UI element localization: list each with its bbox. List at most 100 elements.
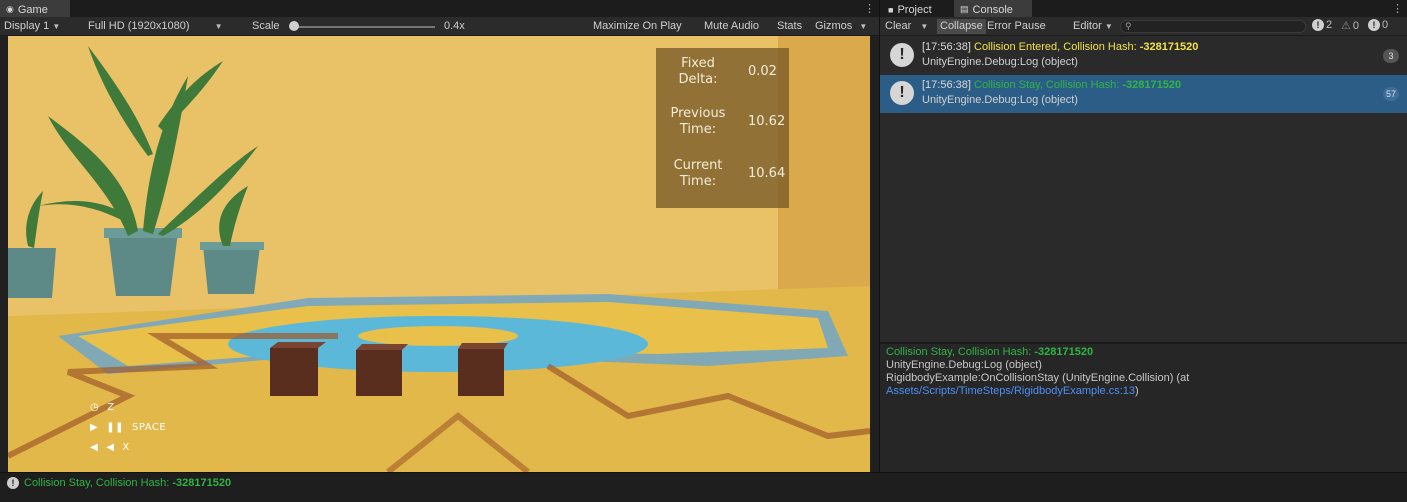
control-row-space: ▶ ❚❚ SPACE xyxy=(90,422,166,433)
gizmos-label: Gizmos xyxy=(815,20,853,32)
maximize-on-play-button[interactable]: Maximize On Play xyxy=(593,20,682,32)
display-dropdown[interactable]: Display 1 ▼ xyxy=(4,20,60,32)
log-entry-selected[interactable]: ! [17:56:38] Collision Stay, Collision H… xyxy=(880,75,1407,113)
fixed-delta-label: Fixed Delta: xyxy=(678,56,718,87)
console-search-input[interactable]: ⚲ xyxy=(1120,20,1306,33)
scene-pot-small-rim xyxy=(200,242,264,250)
control-key-x: X xyxy=(122,442,130,453)
detail-stack-line: RigidbodyExample:OnCollisionStay (UnityE… xyxy=(886,372,1190,384)
log-timestamp: [17:56:38] xyxy=(922,79,971,91)
tab-console-label: Console xyxy=(972,3,1013,16)
error-icon: ! xyxy=(1368,19,1380,31)
log-message-hash: -328171520 xyxy=(1139,41,1199,53)
scale-slider-track[interactable] xyxy=(295,26,435,28)
log-timestamp: [17:56:38] xyxy=(922,41,971,53)
info-icon: ! xyxy=(890,81,914,105)
detail-message-line: Collision Stay, Collision Hash: -3281715… xyxy=(886,346,1401,359)
tab-game-label: Game xyxy=(17,3,48,16)
log-entry-source: UnityEngine.Debug:Log (object) xyxy=(922,56,1078,68)
game-view[interactable]: Fixed Delta: 0.02 Previous Time: 10.62 C… xyxy=(0,36,879,472)
scale-slider-handle[interactable] xyxy=(289,21,299,31)
console-toolbar: Clear ▼ Collapse Error Pause Editor ▼ ⚲ … xyxy=(880,17,1407,36)
chevron-down-icon: ▼ xyxy=(52,22,61,31)
log-entry-source: UnityEngine.Debug:Log (object) xyxy=(922,94,1078,106)
console-icon: ▤ xyxy=(960,4,969,14)
folder-icon: ■ xyxy=(888,4,894,15)
scene-pot-left xyxy=(8,248,56,298)
error-count: 0 xyxy=(1382,19,1389,31)
status-message-hash: -328171520 xyxy=(172,477,232,489)
game-tab-bar: ◉ Game ⋮ xyxy=(0,0,879,17)
log-message-text: Collision Stay, Collision Hash: xyxy=(974,79,1123,91)
previous-time-label: Previous Time: xyxy=(670,106,726,137)
resolution-dropdown[interactable]: Full HD (1920x1080) ▼ xyxy=(88,20,222,32)
scale-label: Scale xyxy=(252,20,280,32)
log-collapse-count: 57 xyxy=(1382,87,1399,101)
tab-project-label: Project xyxy=(897,3,932,16)
editor-label: Editor xyxy=(1073,20,1102,32)
warning-icon: ⚠ xyxy=(1341,20,1351,32)
previous-time-value: 10.62 xyxy=(748,114,786,129)
tab-console[interactable]: ▤ Console xyxy=(954,0,1032,17)
editor-dropdown[interactable]: Editor ▼ xyxy=(1073,20,1113,32)
console-tab-bar: ■ Project ▤ Console ⋮ xyxy=(880,0,1407,17)
log-count: 2 xyxy=(1326,19,1333,31)
detail-message-text: Collision Stay, Collision Hash: xyxy=(886,346,1035,358)
log-entry-message: [17:56:38] Collision Stay, Collision Has… xyxy=(922,79,1181,91)
control-row-z: ◷ Z xyxy=(90,402,115,413)
control-row-x: ◀ ◀ X xyxy=(90,442,130,453)
game-viewport[interactable]: Fixed Delta: 0.02 Previous Time: 10.62 C… xyxy=(8,36,870,472)
step-icon: ◀ xyxy=(106,442,115,453)
warning-count: 0 xyxy=(1352,19,1359,32)
chevron-down-icon[interactable]: ▼ xyxy=(920,22,928,31)
info-icon: ! xyxy=(1312,19,1324,31)
control-key-z: Z xyxy=(107,402,115,413)
scene-wall-corner xyxy=(778,36,870,306)
tab-project[interactable]: ■ Project xyxy=(882,0,952,17)
warning-counter-toggle[interactable]: ⚠ 0 xyxy=(1341,19,1359,33)
play-icon: ▶ xyxy=(90,422,99,433)
game-panel-menu-icon[interactable]: ⋮ xyxy=(864,2,875,15)
scene-cubes xyxy=(270,342,508,396)
log-collapse-count: 3 xyxy=(1383,49,1399,63)
fixed-delta-row: Fixed Delta: 0.02 xyxy=(656,56,789,96)
error-counter-toggle[interactable]: ! 0 xyxy=(1368,19,1388,31)
current-time-value: 10.64 xyxy=(748,166,786,181)
mute-audio-button[interactable]: Mute Audio xyxy=(704,20,759,32)
detail-message-hash: -328171520 xyxy=(1034,346,1094,358)
info-icon: ! xyxy=(7,477,19,489)
status-bar[interactable]: ! Collision Stay, Collision Hash: -32817… xyxy=(0,472,1407,502)
resolution-label: Full HD (1920x1080) xyxy=(88,20,190,32)
game-toolbar: Display 1 ▼ Full HD (1920x1080) ▼ Scale … xyxy=(0,17,879,36)
log-counter-toggle[interactable]: ! 2 xyxy=(1312,19,1332,31)
time-stats-overlay: Fixed Delta: 0.02 Previous Time: 10.62 C… xyxy=(656,48,789,208)
gizmos-dropdown[interactable]: Gizmos ▼ xyxy=(815,20,867,32)
scene-pot-small xyxy=(203,246,260,294)
console-log-list[interactable]: ! [17:56:38] Collision Entered, Collisio… xyxy=(880,36,1407,342)
info-icon: ! xyxy=(890,43,914,67)
gamepad-icon: ◉ xyxy=(6,4,14,14)
source-file-link[interactable]: Assets/Scripts/TimeSteps/RigidbodyExampl… xyxy=(886,385,1135,397)
detail-stack-line: UnityEngine.Debug:Log (object) xyxy=(886,359,1042,371)
log-entry[interactable]: ! [17:56:38] Collision Entered, Collisio… xyxy=(880,37,1407,75)
clear-label: Clear xyxy=(885,20,912,32)
scale-value: 0.4x xyxy=(444,20,465,32)
previous-time-row: Previous Time: 10.62 xyxy=(656,106,789,146)
current-time-label: Current Time: xyxy=(673,158,723,189)
stats-button[interactable]: Stats xyxy=(777,20,802,32)
console-panel-menu-icon[interactable]: ⋮ xyxy=(1392,2,1403,15)
status-message-text: Collision Stay, Collision Hash: xyxy=(24,477,173,489)
rewind-icon: ◀ xyxy=(90,442,99,453)
log-message-text: Collision Entered, Collision Hash: xyxy=(974,41,1140,53)
chevron-down-icon: ▼ xyxy=(1104,22,1113,31)
chevron-down-icon: ▼ xyxy=(214,22,223,31)
console-detail-pane[interactable]: Collision Stay, Collision Hash: -3281715… xyxy=(880,343,1407,472)
collapse-toggle[interactable]: Collapse xyxy=(937,19,986,34)
clear-button[interactable]: Clear ▼ xyxy=(885,20,928,32)
search-icon: ⚲ xyxy=(1125,21,1132,31)
control-key-space: SPACE xyxy=(131,422,167,433)
error-pause-toggle[interactable]: Error Pause xyxy=(987,20,1046,32)
log-message-hash: -328171520 xyxy=(1122,79,1182,91)
status-message[interactable]: Collision Stay, Collision Hash: -3281715… xyxy=(24,477,231,489)
tab-game[interactable]: ◉ Game xyxy=(0,0,70,17)
